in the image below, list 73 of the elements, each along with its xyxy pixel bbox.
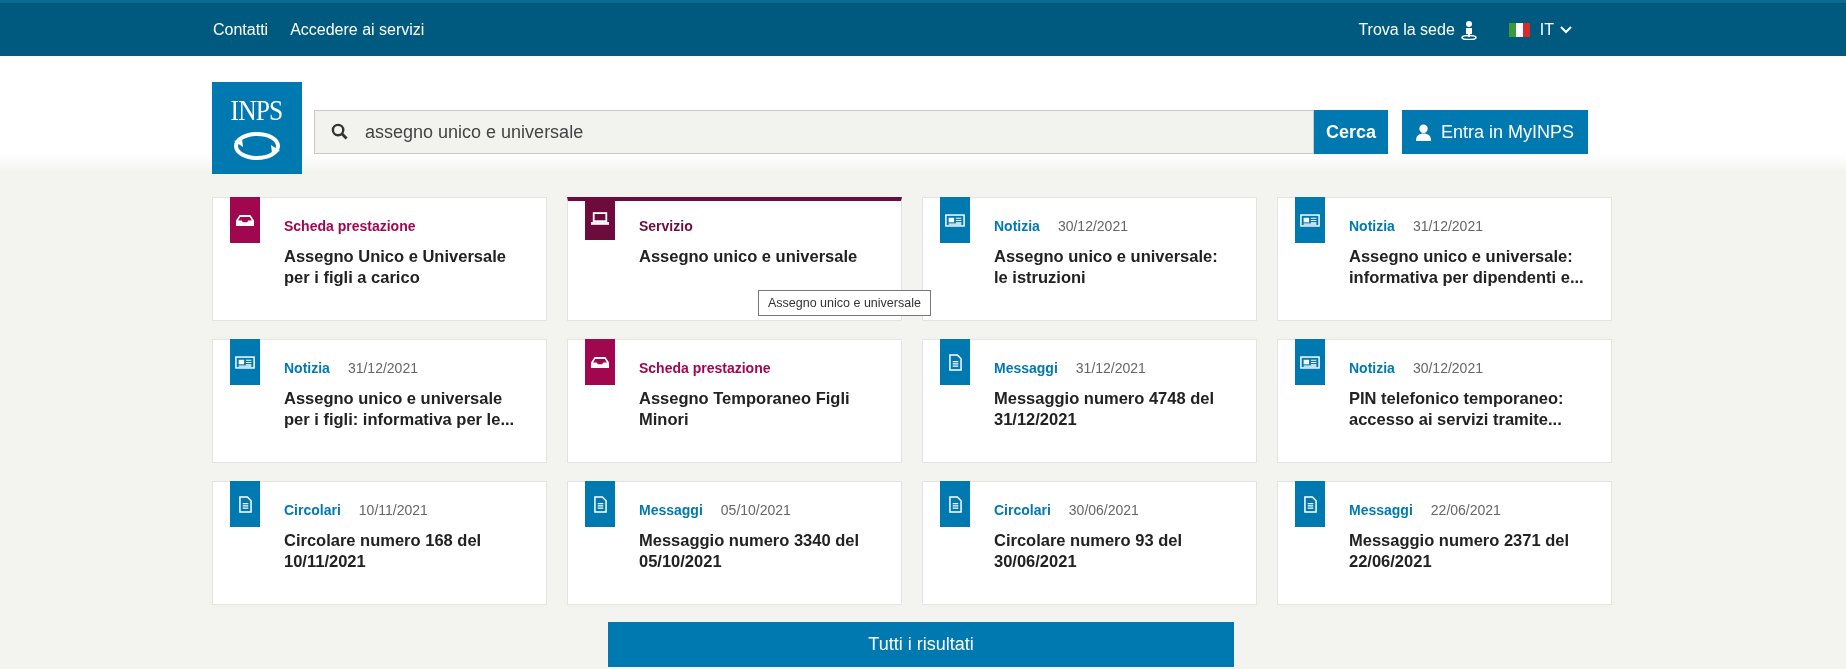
document-icon [948,495,962,513]
result-card[interactable]: Messaggi 05/10/2021 Messaggio numero 3340 del 05/10/2021 [567,481,902,605]
date-text: 05/10/2021 [720,502,791,518]
result-card[interactable]: Circolari 10/11/2021 Circolare numero 168 del 10/11/2021 [212,481,547,605]
result-card[interactable]: Notizia 30/12/2021 PIN telefonico temporaneo: accesso ai servizi tramite... [1277,339,1612,463]
date-text: 31/12/2021 [1412,218,1483,234]
date-text: 30/06/2021 [1068,502,1139,518]
result-title[interactable]: Circolare numero 93 del 30/06/2021 [994,530,1230,572]
chevron-down-icon[interactable] [1560,25,1572,34]
result-card[interactable]: Messaggi 22/06/2021 Messaggio numero 2371 del 22/06/2021 [1277,481,1612,605]
tray-icon [236,213,254,227]
category-label: Messaggi [639,502,703,518]
date-text: 30/12/2021 [1057,218,1128,234]
tray-icon [591,355,609,369]
result-card[interactable]: Messaggi 31/12/2021 Messaggio numero 4748 del 31/12/2021 [922,339,1257,463]
category-label: Scheda prestazione [639,360,771,376]
newspaper-icon [1300,213,1320,227]
logo-text: INPS [231,93,283,127]
result-title[interactable]: PIN telefonico temporaneo: accesso ai servizi tramite... [1349,388,1585,430]
date-text: 31/12/2021 [1075,360,1146,376]
login-button[interactable]: Entra in MyINPS [1402,110,1589,154]
result-title[interactable]: Circolare numero 168 del 10/11/2021 [284,530,520,572]
category-label: Circolari [994,502,1051,518]
category-label: Servizio [639,218,693,234]
result-title[interactable]: Assegno Temporaneo Figli Minori [639,388,875,430]
date-text: 22/06/2021 [1430,502,1501,518]
result-title[interactable]: Assegno unico e universale: le istruzioni [994,246,1230,288]
newspaper-icon [235,355,255,369]
search-icon [331,123,348,140]
all-results-button[interactable]: Tutti i risultati [608,622,1234,667]
result-title[interactable]: Assegno unico e universale: informativa per dipendenti e... [1349,246,1585,288]
result-card[interactable]: Notizia 30/12/2021 Assegno unico e universale: le istruzioni [922,197,1257,321]
newspaper-icon [1300,355,1320,369]
category-label: Messaggi [994,360,1058,376]
result-card[interactable]: Scheda prestazione Assegno Temporaneo Figli Minori [567,339,902,463]
date-text: 30/12/2021 [1412,360,1483,376]
newspaper-icon [945,213,965,227]
category-label: Notizia [1349,218,1395,234]
search-button[interactable]: Cerca [1314,110,1388,154]
result-title[interactable]: Assegno unico e universale per i figli: informativa per le... [284,388,520,430]
laptop-icon [591,212,609,225]
logo[interactable]: INPS [212,82,302,174]
result-card[interactable]: Scheda prestazione Assegno Unico e Universale per i figli a carico [212,197,547,321]
document-icon [1303,495,1317,513]
result-card[interactable]: Notizia 31/12/2021 Assegno unico e universale per i figli: informativa per le... [212,339,547,463]
category-label: Notizia [1349,360,1395,376]
category-label: Messaggi [1349,502,1413,518]
result-title[interactable]: Messaggio numero 3340 del 05/10/2021 [639,530,875,572]
result-card[interactable]: Circolari 30/06/2021 Circolare numero 93 del 30/06/2021 [922,481,1257,605]
result-title[interactable]: Assegno Unico e Universale per i figli a carico [284,246,520,288]
category-label: Circolari [284,502,341,518]
language-selector[interactable]: IT [1539,20,1554,39]
user-icon [1416,123,1431,141]
location-person-icon[interactable] [1460,19,1477,40]
circular-arrows-icon [232,129,282,163]
result-title[interactable]: Assegno unico e universale [639,246,875,267]
result-title[interactable]: Messaggio numero 2371 del 22/06/2021 [1349,530,1585,572]
tooltip: Assegno unico e universale [758,290,931,316]
top-link[interactable]: Accedere ai servizi [290,20,425,39]
top-link[interactable]: Contatti [213,20,269,39]
result-title[interactable]: Messaggio numero 4748 del 31/12/2021 [994,388,1230,430]
category-label: Notizia [994,218,1040,234]
result-card[interactable]: Notizia 31/12/2021 Assegno unico e universale: informativa per dipendenti e... [1277,197,1612,321]
document-icon [238,495,252,513]
category-label: Notizia [284,360,330,376]
search-field[interactable]: assegno unico e universale [314,110,1314,154]
find-office-link[interactable]: Trova la sede [1358,20,1455,39]
category-label: Scheda prestazione [284,218,416,234]
document-icon [948,353,962,371]
date-text: 31/12/2021 [347,360,418,376]
flag-icon [1508,22,1530,37]
document-icon [593,495,607,513]
date-text: 10/11/2021 [358,502,428,518]
